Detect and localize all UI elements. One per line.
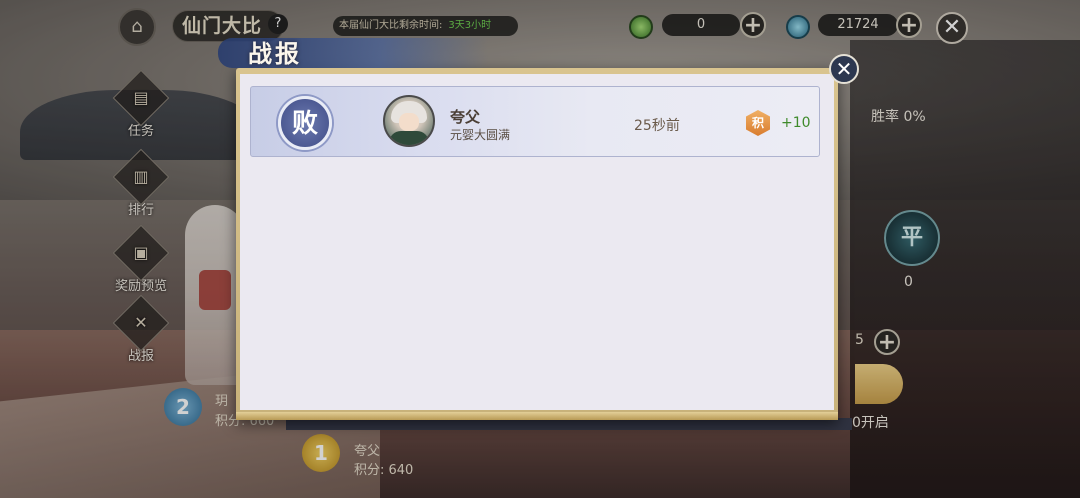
close-dialog-button[interactable]: ✕ [829,54,859,84]
opponent-name: 夸父 [450,108,481,126]
opponent-avatar[interactable] [383,95,435,147]
defeat-seal: 败 [278,96,332,150]
dialog-title-banner: 战报 [218,32,488,72]
modal-bottom-border [236,412,838,420]
avatar-face [399,113,419,131]
battle-time: 25秒前 [634,118,680,134]
opponent-realm: 元婴大圆满 [450,128,511,142]
dialog-title: 战报 [248,39,302,68]
battle-record-row[interactable] [250,86,820,157]
avatar-robe [389,131,429,145]
points-change: +10 [781,115,811,131]
